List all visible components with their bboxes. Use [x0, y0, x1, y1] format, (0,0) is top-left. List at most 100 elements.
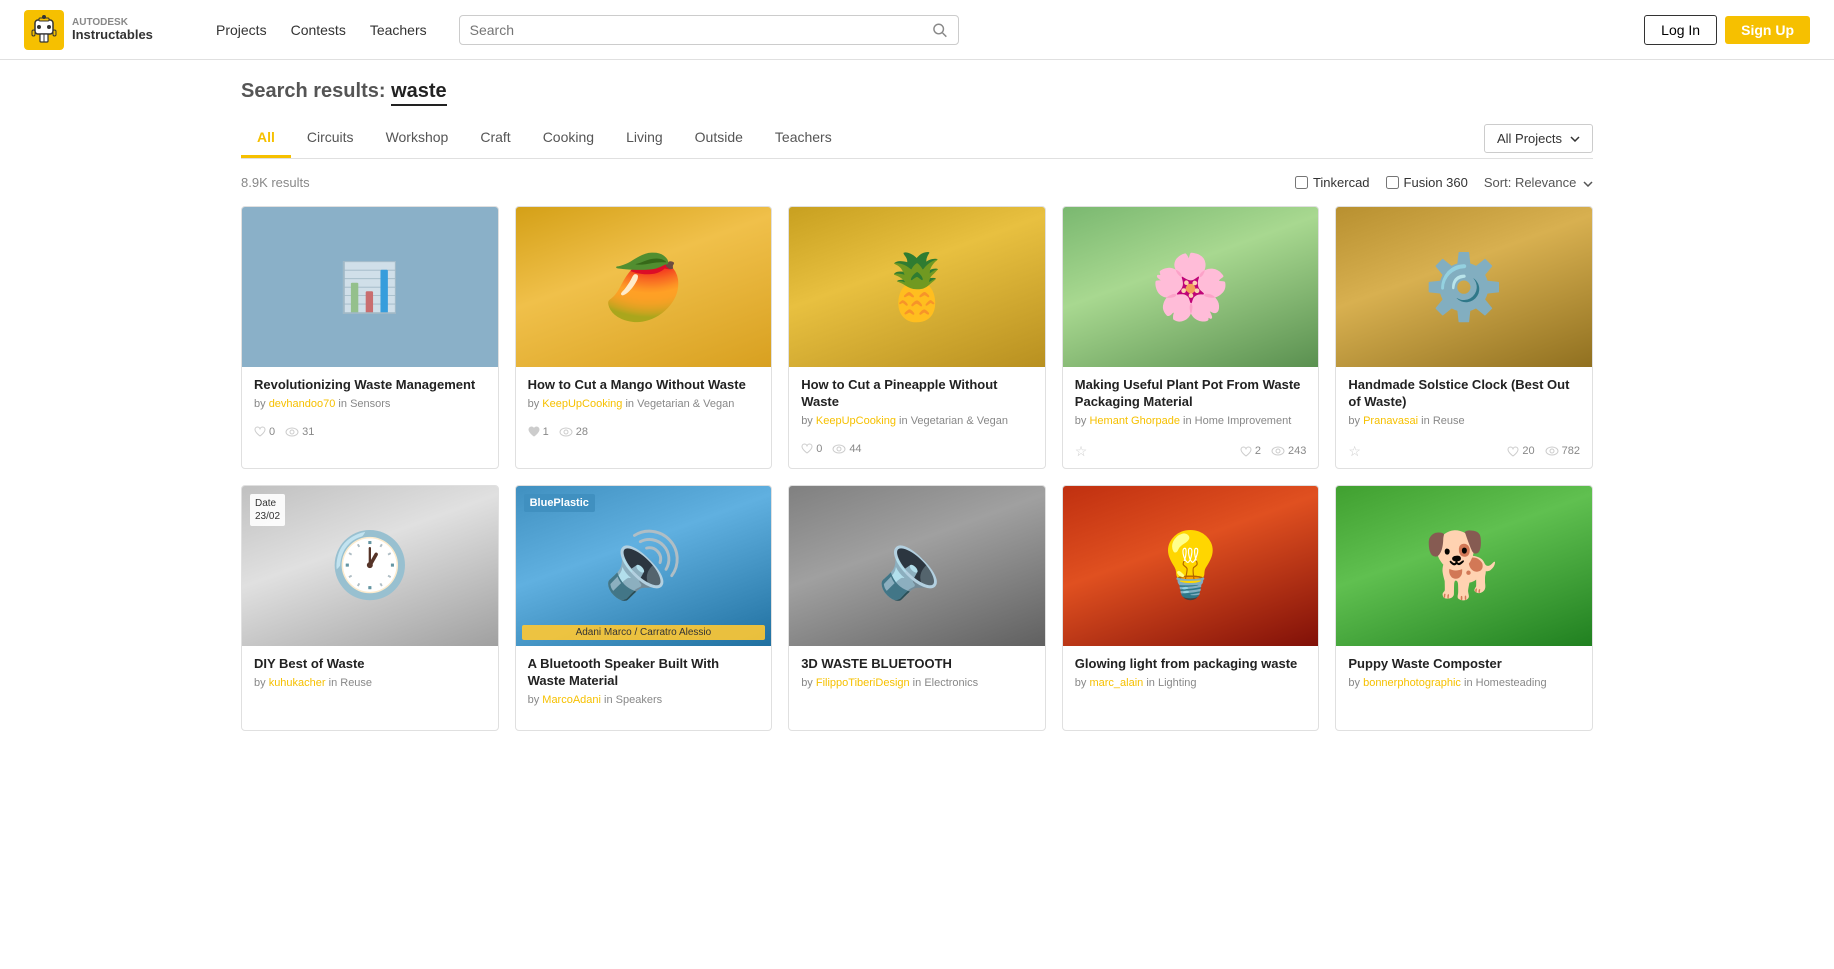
card-footer-3: 0 44	[789, 439, 1045, 463]
card-stats-4: 2 243	[1240, 445, 1306, 457]
card-solstice-clock[interactable]: Handmade Solstice Clock (Best Out of Was…	[1335, 206, 1593, 469]
card-image-5	[1336, 207, 1592, 367]
card-footer-4: ☆ 2 243	[1063, 439, 1319, 468]
sort-dropdown[interactable]: Sort: Relevance	[1484, 175, 1593, 190]
card-body-3: How to Cut a Pineapple Without Waste by …	[789, 367, 1045, 439]
blue-plastic-label-7: BluePlastic	[524, 494, 595, 512]
card-author-6[interactable]: kuhukacher	[269, 677, 326, 689]
card-diy-waste[interactable]: Date23/02 DIY Best of Waste by kuhukache…	[241, 485, 499, 731]
card-body-4: Making Useful Plant Pot From Waste Packa…	[1063, 367, 1319, 439]
tab-craft[interactable]: Craft	[464, 119, 526, 158]
eye-icon	[832, 444, 846, 454]
card-title-8: 3D WASTE BLUETOOTH	[801, 656, 1033, 673]
card-author-7[interactable]: MarcoAdani	[542, 694, 601, 706]
main-content: Search results: waste All Circuits Works…	[217, 60, 1617, 751]
save-button-4[interactable]: ☆	[1075, 443, 1088, 460]
card-author-5[interactable]: Pranavasai	[1363, 415, 1418, 427]
card-footer-10	[1336, 701, 1592, 713]
card-thumb-1	[242, 207, 498, 367]
tab-outside[interactable]: Outside	[679, 119, 759, 158]
tinkercad-filter[interactable]: Tinkercad	[1295, 175, 1370, 190]
card-glowing-light[interactable]: Glowing light from packaging waste by ma…	[1062, 485, 1320, 731]
card-title-2: How to Cut a Mango Without Waste	[528, 377, 760, 394]
tab-teachers[interactable]: Teachers	[759, 119, 848, 158]
card-author-3[interactable]: KeepUpCooking	[816, 415, 896, 427]
card-mango[interactable]: How to Cut a Mango Without Waste by Keep…	[515, 206, 773, 469]
card-puppy-composter[interactable]: Puppy Waste Composter by bonnerphotograp…	[1335, 485, 1593, 731]
all-projects-dropdown[interactable]: All Projects	[1484, 124, 1593, 153]
search-input[interactable]	[470, 22, 927, 38]
sort-chevron-icon	[1583, 181, 1593, 187]
card-3d-bluetooth[interactable]: 3D WASTE BLUETOOTH by FilippoTiberiDesig…	[788, 485, 1046, 731]
tab-circuits[interactable]: Circuits	[291, 119, 370, 158]
card-footer-5: ☆ 20 782	[1336, 439, 1592, 468]
login-button[interactable]: Log In	[1644, 15, 1717, 45]
card-title-3: How to Cut a Pineapple Without Waste	[801, 377, 1033, 411]
card-meta-10: by bonnerphotographic in Homesteading	[1348, 677, 1580, 689]
card-plant-pot[interactable]: Making Useful Plant Pot From Waste Packa…	[1062, 206, 1320, 469]
card-meta-8: by FilippoTiberiDesign in Electronics	[801, 677, 1033, 689]
heart-icon	[1507, 446, 1519, 457]
card-body-9: Glowing light from packaging waste by ma…	[1063, 646, 1319, 701]
card-thumb-8	[789, 486, 1045, 646]
card-title-10: Puppy Waste Composter	[1348, 656, 1580, 673]
cards-row-2: Date23/02 DIY Best of Waste by kuhukache…	[241, 485, 1593, 731]
search-bar[interactable]	[459, 15, 959, 45]
heart-icon	[1240, 446, 1252, 457]
card-author-10[interactable]: bonnerphotographic	[1363, 677, 1461, 689]
card-meta-5: by Pranavasai in Reuse	[1348, 415, 1580, 427]
eye-icon	[559, 427, 573, 437]
card-meta-7: by MarcoAdani in Speakers	[528, 694, 760, 706]
card-waste-management[interactable]: Revolutionizing Waste Management by devh…	[241, 206, 499, 469]
fusion360-filter[interactable]: Fusion 360	[1386, 175, 1468, 190]
card-footer-2: 1 28	[516, 422, 772, 446]
card-likes-3: 0	[801, 443, 822, 455]
maker-label-7: Adani Marco / Carratro Alessio	[522, 625, 766, 640]
card-image-1	[242, 207, 498, 367]
tinkercad-checkbox[interactable]	[1295, 176, 1308, 189]
eye-icon	[1545, 446, 1559, 456]
card-meta-6: by kuhukacher in Reuse	[254, 677, 486, 689]
site-header: AUTODESK Instructables Projects Contests…	[0, 0, 1834, 60]
card-meta-9: by marc_alain in Lighting	[1075, 677, 1307, 689]
nav-projects[interactable]: Projects	[216, 22, 267, 38]
tab-all[interactable]: All	[241, 119, 291, 158]
card-thumb-2	[516, 207, 772, 367]
card-title-4: Making Useful Plant Pot From Waste Packa…	[1075, 377, 1307, 411]
card-views-4: 243	[1271, 445, 1306, 457]
card-pineapple[interactable]: How to Cut a Pineapple Without Waste by …	[788, 206, 1046, 469]
card-thumb-9	[1063, 486, 1319, 646]
nav-teachers[interactable]: Teachers	[370, 22, 427, 38]
tab-cooking[interactable]: Cooking	[527, 119, 610, 158]
card-author-2[interactable]: KeepUpCooking	[542, 398, 622, 410]
fusion360-checkbox[interactable]	[1386, 176, 1399, 189]
results-meta: 8.9K results Tinkercad Fusion 360 Sort: …	[241, 175, 1593, 190]
save-button-5[interactable]: ☆	[1348, 443, 1361, 460]
card-likes-2: 1	[528, 426, 549, 438]
card-author-1[interactable]: devhandoo70	[269, 398, 336, 410]
card-author-8[interactable]: FilippoTiberiDesign	[816, 677, 910, 689]
heart-icon	[254, 426, 266, 437]
card-body-2: How to Cut a Mango Without Waste by Keep…	[516, 367, 772, 422]
card-footer-1: 0 31	[242, 422, 498, 446]
card-image-2	[516, 207, 772, 367]
card-body-1: Revolutionizing Waste Management by devh…	[242, 367, 498, 422]
card-meta-3: by KeepUpCooking in Vegetarian & Vegan	[801, 415, 1033, 427]
eye-icon	[1271, 446, 1285, 456]
card-author-4[interactable]: Hemant Ghorpade	[1089, 415, 1180, 427]
logo-area[interactable]: AUTODESK Instructables	[24, 10, 184, 50]
nav-contests[interactable]: Contests	[291, 22, 346, 38]
card-thumb-5	[1336, 207, 1592, 367]
card-title-6: DIY Best of Waste	[254, 656, 486, 673]
signup-button[interactable]: Sign Up	[1725, 16, 1810, 44]
card-bluetooth-speaker[interactable]: BluePlastic Adani Marco / Carratro Aless…	[515, 485, 773, 731]
search-icon	[932, 22, 947, 38]
tab-living[interactable]: Living	[610, 119, 679, 158]
card-author-9[interactable]: marc_alain	[1089, 677, 1143, 689]
card-stats-5: 20 782	[1507, 445, 1580, 457]
tab-workshop[interactable]: Workshop	[370, 119, 465, 158]
card-stats-3: 0 44	[801, 443, 861, 455]
card-body-6: DIY Best of Waste by kuhukacher in Reuse	[242, 646, 498, 701]
card-title-1: Revolutionizing Waste Management	[254, 377, 486, 394]
card-views-5: 782	[1545, 445, 1580, 457]
